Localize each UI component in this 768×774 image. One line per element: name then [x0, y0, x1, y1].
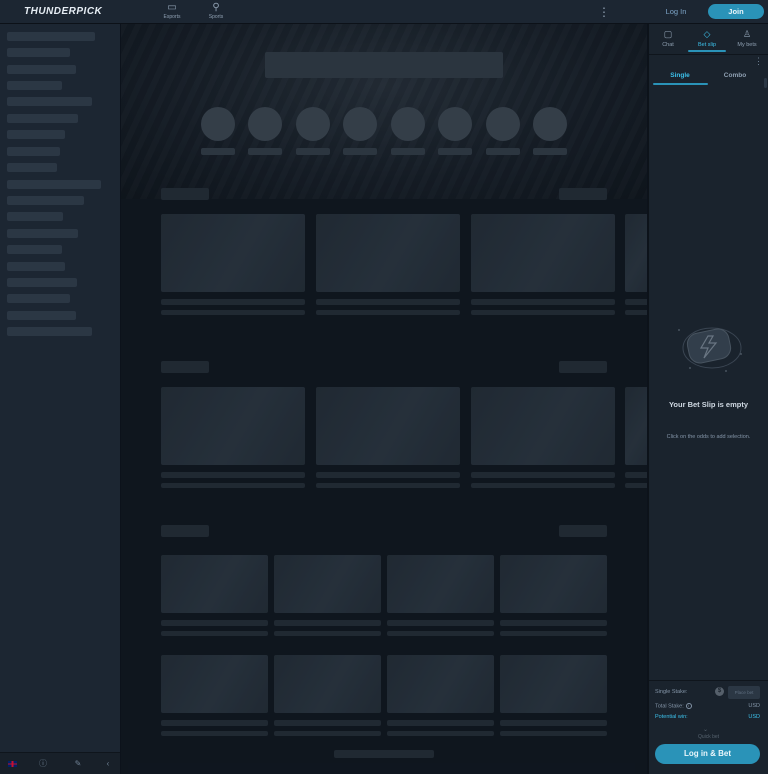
tab-chat-label: Chat — [662, 42, 674, 48]
empty-ticket-icon — [678, 327, 742, 372]
info-icon[interactable]: i — [685, 703, 692, 709]
total-stake-row: Total Stake: i — [655, 703, 692, 709]
sidebar-skeleton-item — [7, 163, 57, 172]
tab-bet-slip-label: Bet slip — [697, 42, 717, 48]
sidebar-skeleton-item — [7, 262, 65, 271]
total-stake-label: Total Stake: — [655, 703, 684, 710]
loading-overlay — [120, 24, 648, 774]
subtab-scrollbar[interactable] — [764, 78, 767, 88]
sidebar-skeleton-item — [7, 114, 78, 123]
subtab-single[interactable]: Single — [652, 72, 708, 79]
my-bets-icon: ♙ — [742, 29, 752, 39]
stake-divider — [649, 680, 768, 681]
top-bar: THUNDERPICK ▭ Esports ⚲ Sports ⋮ Log In … — [0, 0, 768, 24]
sidebar-skeleton-item — [7, 294, 70, 303]
single-stake-label: Single Stake: — [655, 689, 688, 695]
stake-input[interactable]: Place bet — [728, 686, 760, 699]
sports-icon: ⚲ — [212, 2, 220, 13]
collapse-icon[interactable]: ‹ — [102, 758, 114, 770]
more-menu-icon[interactable]: ⋮ — [598, 4, 610, 20]
esports-icon: ▭ — [167, 2, 177, 13]
potential-win-label: Potential win: — [655, 714, 688, 720]
sidebar-skeleton-item — [7, 229, 78, 238]
sidebar-skeleton-item — [7, 81, 62, 90]
bet-slip-panel — [648, 24, 768, 774]
sidebar-skeleton-item — [7, 180, 101, 189]
chevron-down-icon[interactable]: ⌄ — [703, 726, 708, 733]
nav-sports[interactable]: ⚲ Sports — [196, 2, 236, 20]
tab-chat[interactable]: ▢ Chat — [650, 28, 686, 54]
tab-my-bets[interactable]: ♙ My bets — [729, 28, 765, 54]
tab-divider — [649, 54, 768, 55]
uk-flag-icon[interactable] — [8, 761, 17, 767]
help-icon[interactable]: ⓘ — [37, 758, 49, 770]
sidebar-skeleton-item — [7, 196, 84, 205]
sidebar-skeleton-item — [7, 212, 63, 221]
quick-bet-label[interactable]: Quick bet — [649, 734, 768, 740]
subtab-combo[interactable]: Combo — [707, 72, 763, 79]
sidebar-skeleton-item — [7, 245, 62, 254]
sidebar-skeleton-item — [7, 278, 77, 287]
sidebar-skeleton-item — [7, 65, 76, 74]
bet-slip-options-icon[interactable]: ⋮ — [754, 56, 763, 67]
sidebar-skeleton-item — [7, 311, 76, 320]
nav-esports[interactable]: ▭ Esports — [152, 2, 192, 20]
sidebar-skeleton-item — [7, 130, 65, 139]
total-stake-value: USD — [748, 703, 760, 709]
active-subtab-indicator — [653, 83, 708, 85]
sidebar-skeleton-item — [7, 32, 95, 41]
potential-win-value: USD — [748, 714, 760, 720]
login-link[interactable]: Log In — [658, 6, 694, 18]
sidebar-skeleton-item — [7, 147, 60, 156]
active-tab-indicator — [688, 50, 726, 52]
join-button[interactable]: Join — [708, 4, 764, 19]
sidebar: ⓘ ✎ ‹ — [0, 24, 120, 774]
sidebar-skeleton-item — [7, 97, 92, 106]
ticket-icon: ◇ — [703, 29, 711, 39]
login-and-bet-button[interactable]: Log in & Bet — [655, 744, 760, 764]
sidebar-skeleton-item — [7, 48, 70, 57]
empty-bet-slip-title: Your Bet Slip is empty — [668, 400, 749, 409]
chat-icon: ▢ — [663, 29, 673, 39]
logo[interactable]: THUNDERPICK — [24, 6, 102, 17]
nav-esports-label: Esports — [163, 14, 181, 20]
nav-sports-label: Sports — [208, 14, 224, 20]
edit-icon[interactable]: ✎ — [72, 758, 84, 770]
sidebar-footer: ⓘ ✎ ‹ — [0, 752, 120, 774]
empty-bet-slip-hint: Click on the odds to add selection. — [666, 434, 751, 440]
tab-my-bets-label: My bets — [737, 42, 757, 48]
sidebar-skeleton-item — [7, 327, 92, 336]
currency-symbol: $ — [715, 687, 724, 696]
